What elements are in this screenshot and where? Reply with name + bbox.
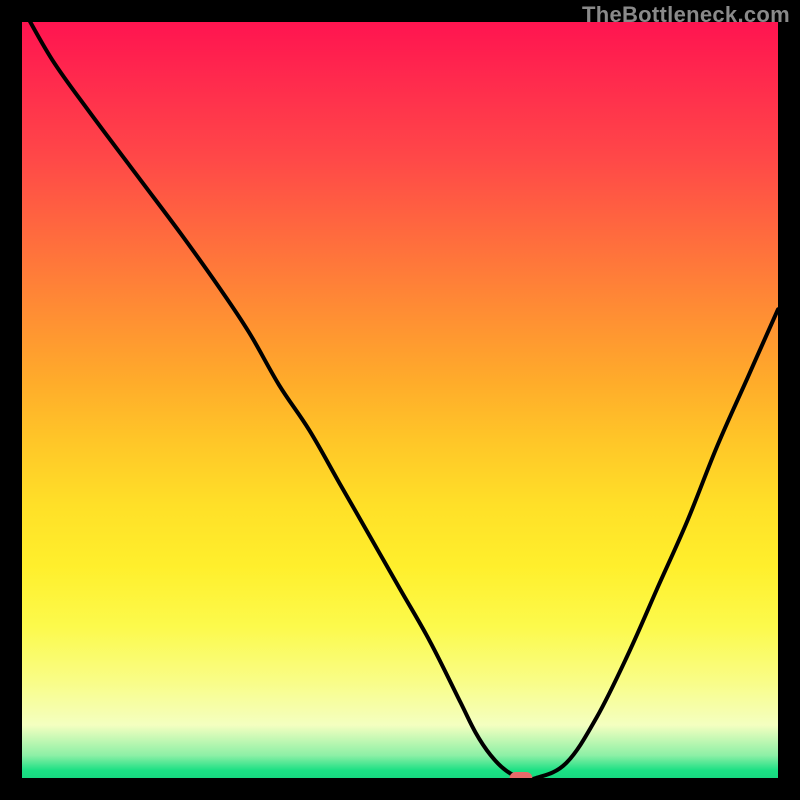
curve-path — [22, 22, 778, 778]
marker-pill — [510, 772, 533, 778]
curve-layer — [22, 22, 778, 778]
plot-area — [22, 22, 778, 778]
chart-stage: TheBottleneck.com — [0, 0, 800, 800]
